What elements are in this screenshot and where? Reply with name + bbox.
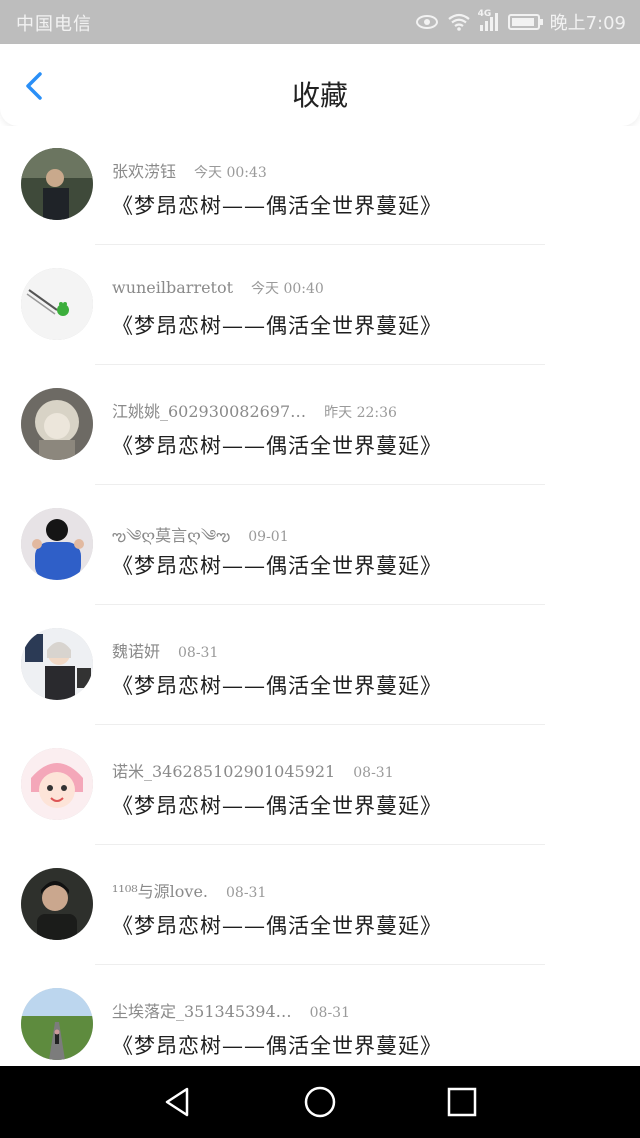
circle-home-icon	[304, 1086, 336, 1118]
item-meta: ¹¹⁰⁸与源love. 08-31	[112, 878, 266, 902]
divider	[95, 604, 545, 605]
item-title: 《梦昂恋树——偶活全世界蔓延》	[112, 314, 442, 338]
username: ¹¹⁰⁸与源love.	[112, 882, 209, 901]
item-meta: 张欢涝钰 今天 00:43	[112, 158, 267, 182]
username: 诺米_346285102901045921	[112, 762, 336, 781]
carrier-name: 中国电信	[16, 14, 92, 35]
item-time: 今天 00:40	[251, 281, 324, 297]
cell-signal-icon: 4G	[478, 9, 498, 31]
list-item[interactable]: ఌ༄ღ莫言ღ༄ఌ 09-01 《梦昂恋树——偶活全世界蔓延》	[0, 486, 640, 606]
divider	[95, 844, 545, 845]
divider	[95, 484, 545, 485]
item-meta: 尘埃落定_351345394… 08-31	[112, 998, 350, 1022]
favorites-list: 张欢涝钰 今天 00:43 《梦昂恋树——偶活全世界蔓延》 wuneilbarr…	[0, 126, 640, 1066]
item-meta: wuneilbarretot 今天 00:40	[112, 278, 324, 298]
item-meta: 江姚姚_602930082697… 昨天 22:36	[112, 398, 397, 422]
page-title: 收藏	[291, 79, 348, 112]
username: 张欢涝钰	[112, 162, 177, 181]
system-navigation-bar	[0, 1066, 640, 1138]
item-time: 08-31	[309, 1005, 350, 1021]
avatar[interactable]	[21, 148, 93, 220]
avatar[interactable]	[21, 628, 93, 700]
list-item[interactable]: 诺米_346285102901045921 08-31 《梦昂恋树——偶活全世界…	[0, 726, 640, 846]
triangle-back-icon	[165, 1087, 189, 1117]
item-title: 《梦昂恋树——偶活全世界蔓延》	[112, 674, 442, 698]
avatar[interactable]	[21, 868, 93, 940]
divider	[95, 244, 545, 245]
list-item[interactable]: 尘埃落定_351345394… 08-31 《梦昂恋树——偶活全世界蔓延》	[0, 966, 640, 1066]
eye-comfort-icon	[415, 15, 438, 29]
item-title: 《梦昂恋树——偶活全世界蔓延》	[112, 554, 442, 578]
item-title: 《梦昂恋树——偶活全世界蔓延》	[112, 914, 442, 938]
avatar[interactable]	[21, 268, 93, 340]
item-title: 《梦昂恋树——偶活全世界蔓延》	[112, 1034, 442, 1058]
wifi-icon	[447, 13, 470, 31]
square-recent-icon	[447, 1087, 477, 1117]
list-item[interactable]: ¹¹⁰⁸与源love. 08-31 《梦昂恋树——偶活全世界蔓延》	[0, 846, 640, 966]
username: 尘埃落定_351345394…	[112, 1002, 292, 1021]
item-time: 08-31	[226, 885, 267, 901]
system-home-button[interactable]	[302, 1084, 338, 1120]
username: 江姚姚_602930082697…	[112, 402, 307, 421]
avatar[interactable]	[21, 388, 93, 460]
item-title: 《梦昂恋树——偶活全世界蔓延》	[112, 434, 442, 458]
divider	[95, 964, 545, 965]
item-time: 昨天 22:36	[324, 405, 397, 421]
nav-bar: 收藏	[0, 44, 640, 126]
list-item[interactable]: wuneilbarretot 今天 00:40 《梦昂恋树——偶活全世界蔓延》	[0, 246, 640, 366]
list-item[interactable]: 魏诺妍 08-31 《梦昂恋树——偶活全世界蔓延》	[0, 606, 640, 726]
item-time: 今天 00:43	[194, 165, 267, 181]
username: 魏诺妍	[112, 642, 161, 661]
item-meta: 魏诺妍 08-31	[112, 638, 218, 662]
item-title: 《梦昂恋树——偶活全世界蔓延》	[112, 794, 442, 818]
username: wuneilbarretot	[112, 278, 234, 297]
status-time: 晚上7:09	[549, 13, 626, 34]
system-recent-apps-button[interactable]	[444, 1084, 480, 1120]
item-time: 08-31	[353, 765, 394, 781]
list-item[interactable]: 张欢涝钰 今天 00:43 《梦昂恋树——偶活全世界蔓延》	[0, 126, 640, 246]
network-type: 4G	[477, 9, 492, 19]
avatar[interactable]	[21, 988, 93, 1060]
status-bar: 中国电信 4G 晚上7:09	[0, 0, 640, 44]
item-title: 《梦昂恋树——偶活全世界蔓延》	[112, 194, 442, 218]
item-time: 08-31	[178, 645, 219, 661]
list-item[interactable]: 江姚姚_602930082697… 昨天 22:36 《梦昂恋树——偶活全世界蔓…	[0, 366, 640, 486]
avatar[interactable]	[21, 508, 93, 580]
item-meta: 诺米_346285102901045921 08-31	[112, 758, 394, 782]
avatar[interactable]	[21, 748, 93, 820]
divider	[95, 364, 545, 365]
divider	[95, 724, 545, 725]
battery-icon	[507, 14, 543, 30]
item-time: 09-01	[248, 529, 289, 545]
status-icons: 4G 晚上7:09	[415, 9, 626, 35]
system-back-button[interactable]	[160, 1084, 196, 1120]
